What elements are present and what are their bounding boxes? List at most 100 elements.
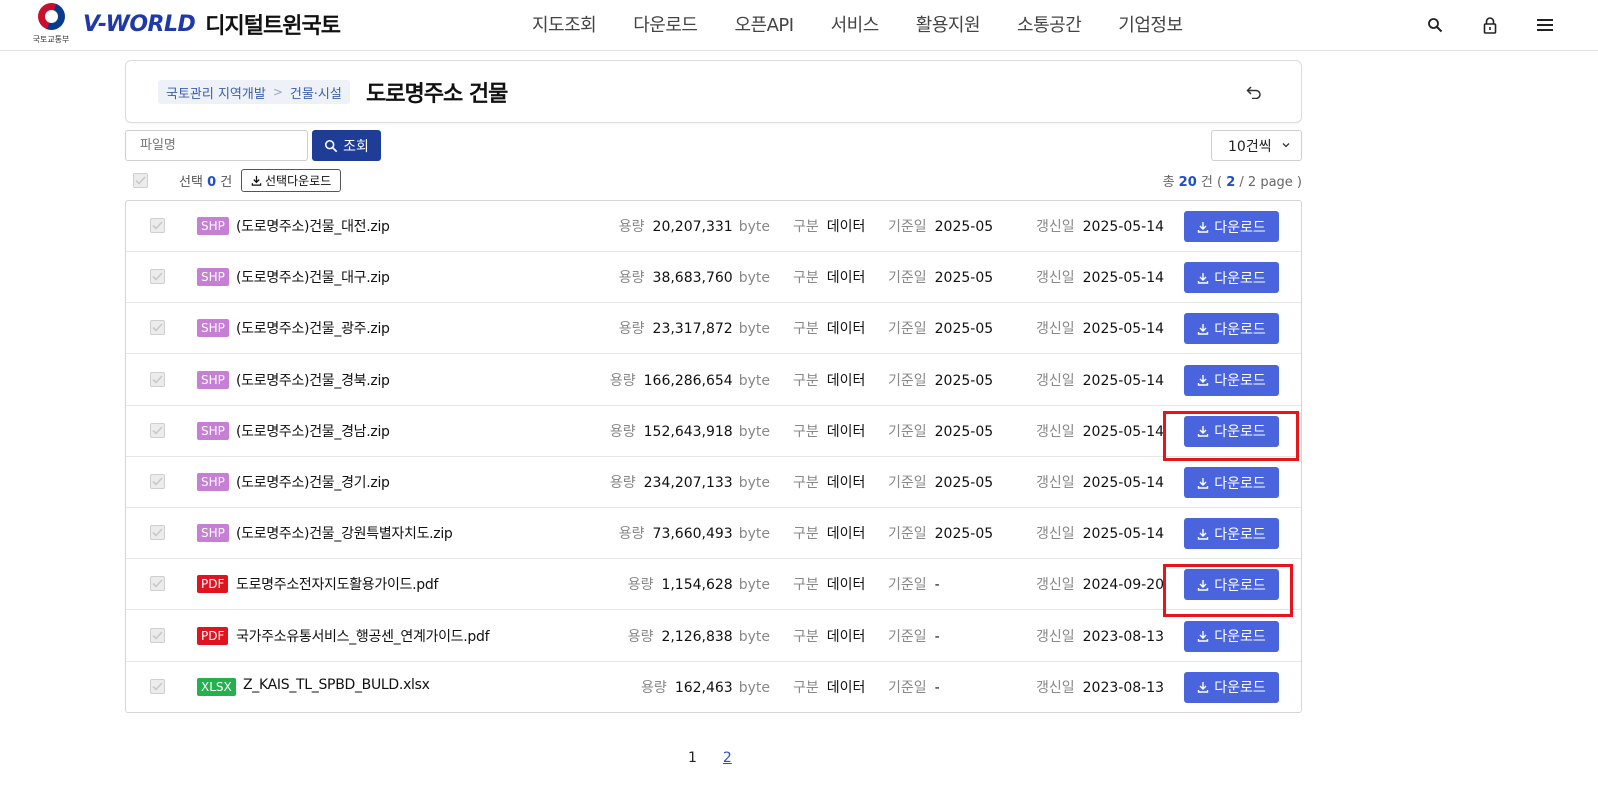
site-header: 국토교통부 V-WORLD 디지털트윈국토 지도조회 다운로드 오픈API 서비… — [0, 0, 1598, 51]
table-row: SHP (도로명주소)건물_대구.zip 용량 38,683,760 byte 구분 데이터… — [126, 252, 1301, 304]
nav-item-community[interactable]: 소통공간 — [1017, 11, 1082, 37]
updated-label: 갱신일 — [1036, 475, 1075, 491]
menu-icon[interactable] — [1534, 14, 1556, 36]
file-size: 용량 38,683,760 byte — [619, 267, 770, 287]
row-checkbox[interactable] — [150, 474, 165, 489]
size-label: 용량 — [627, 628, 654, 645]
base-date-value: 2025-05 — [934, 321, 994, 338]
row-checkbox[interactable] — [150, 371, 165, 387]
size-unit: byte — [738, 679, 770, 696]
type-label: 구분 — [793, 679, 819, 696]
table-row: SHP (도로명주소)건물_대전.zip 용량 20,207,331 byte 구분 데이터… — [126, 201, 1301, 252]
base-date: 기준일 2025-05 — [888, 318, 993, 338]
updated-label: 갱신일 — [1036, 270, 1075, 287]
size-label: 용량 — [627, 577, 654, 594]
size-label: 용량 — [618, 270, 645, 287]
search-icon[interactable] — [1424, 14, 1446, 36]
file-size: 용량 73,660,493 byte — [619, 523, 770, 543]
breadcrumb-item-region[interactable]: 국토관리 지역개발 — [166, 83, 266, 102]
type-value: 데이터 — [826, 372, 866, 389]
download-button[interactable]: 다운로드 — [1184, 518, 1279, 550]
base-date-value: 2025-05 — [934, 526, 994, 543]
download-icon — [1198, 477, 1209, 489]
download-button[interactable]: 다운로드 — [1184, 313, 1279, 345]
row-checkbox[interactable] — [150, 678, 165, 694]
row-checkbox[interactable] — [150, 525, 165, 541]
table-row: PDF 국가주소유통서비스_행공센_연계가이드.pdf 용량 2,126,838 byt… — [126, 611, 1301, 662]
base-date: 기준일 2025-05 — [888, 267, 993, 287]
nav-item-map[interactable]: 지도조회 — [532, 11, 597, 37]
download-button[interactable]: 다운로드 — [1184, 211, 1279, 242]
type-label: 구분 — [793, 628, 819, 645]
download-button[interactable]: 다운로드 — [1184, 364, 1279, 396]
base-date-label: 기준일 — [888, 219, 927, 235]
download-icon — [1198, 375, 1209, 386]
row-checkbox[interactable] — [150, 218, 165, 233]
download-button[interactable]: 다운로드 — [1184, 262, 1279, 294]
base-date-value: - — [934, 679, 940, 696]
back-icon[interactable] — [1243, 81, 1265, 103]
search-button[interactable]: 조회 — [312, 130, 381, 161]
nav-item-company[interactable]: 기업정보 — [1118, 11, 1183, 37]
updated-label: 갱신일 — [1036, 321, 1075, 338]
row-checkbox[interactable] — [150, 320, 165, 336]
download-button[interactable]: 다운로드 — [1184, 620, 1279, 652]
per-page-select[interactable]: 10건씩 — [1211, 130, 1302, 161]
size-label: 용량 — [609, 423, 636, 440]
base-date: 기준일 - — [888, 626, 940, 646]
updated-label: 갱신일 — [1036, 526, 1075, 543]
download-label: 다운로드 — [1214, 373, 1266, 390]
updated-value: 2025-05-14 — [1082, 423, 1165, 440]
type-label: 구분 — [793, 577, 819, 594]
select-all-checkbox[interactable] — [133, 173, 148, 188]
row-checkbox[interactable] — [150, 576, 165, 592]
file-type: 구분 데이터 — [793, 677, 865, 697]
base-date-label: 기준일 — [888, 526, 927, 543]
file-size: 용량 166,286,654 byte — [610, 370, 770, 390]
updated-date: 갱신일 2025-05-14 — [1036, 523, 1164, 543]
base-date: 기준일 - — [888, 574, 940, 594]
updated-label: 갱신일 — [1036, 577, 1075, 594]
updated-label: 갱신일 — [1036, 628, 1075, 645]
file-name: (도로명주소)건물_대전.zip — [236, 219, 390, 235]
file-type: 구분 데이터 — [793, 267, 865, 287]
gov-logo[interactable]: 국토교통부 — [30, 3, 72, 47]
row-checkbox[interactable] — [150, 627, 165, 643]
lock-icon[interactable] — [1479, 14, 1501, 36]
page-title: 도로명주소 건물 — [366, 82, 508, 107]
updated-label: 갱신일 — [1036, 679, 1075, 696]
nav-item-openapi[interactable]: 오픈API — [735, 11, 795, 37]
download-label: 다운로드 — [1214, 629, 1266, 646]
file-name: (도로명주소)건물_경남.zip — [236, 423, 390, 440]
selected-download-button[interactable]: 선택다운로드 — [241, 169, 342, 192]
size-unit: byte — [738, 321, 770, 338]
nav-item-download[interactable]: 다운로드 — [633, 11, 698, 37]
nav-item-support[interactable]: 활용지원 — [916, 11, 981, 37]
table-row: SHP (도로명주소)건물_경북.zip 용량 166,286,654 byte 구분 데이… — [126, 355, 1301, 406]
download-button[interactable]: 다운로드 — [1184, 569, 1279, 601]
type-value: 데이터 — [826, 526, 866, 543]
format-badge: PDF — [197, 626, 229, 645]
size-unit: byte — [738, 372, 770, 389]
page-link[interactable]: 1 — [688, 750, 697, 766]
size-value: 162,463 — [674, 679, 733, 696]
type-value: 데이터 — [826, 321, 866, 338]
file-size: 용량 20,207,331 byte — [619, 216, 770, 236]
download-label: 다운로드 — [1214, 526, 1266, 543]
file-type: 구분 데이터 — [793, 421, 865, 441]
search-input[interactable] — [125, 130, 308, 161]
size-value: 38,683,760 — [652, 270, 733, 287]
page-link[interactable]: 2 — [723, 750, 732, 766]
updated-date: 갱신일 2023-08-13 — [1036, 677, 1164, 697]
row-checkbox[interactable] — [150, 269, 165, 285]
nav-item-service[interactable]: 서비스 — [831, 11, 880, 37]
format-badge: SHP — [197, 473, 229, 491]
brand-logo[interactable]: V-WORLD 디지털트윈국토 — [83, 10, 341, 40]
download-icon — [251, 175, 262, 186]
breadcrumb-item-building[interactable]: 건물·시설 — [290, 83, 342, 102]
download-label: 다운로드 — [1214, 270, 1266, 287]
download-button[interactable]: 다운로드 — [1184, 415, 1279, 447]
download-button[interactable]: 다운로드 — [1184, 671, 1279, 703]
download-button[interactable]: 다운로드 — [1184, 467, 1279, 498]
row-checkbox[interactable] — [150, 422, 165, 438]
